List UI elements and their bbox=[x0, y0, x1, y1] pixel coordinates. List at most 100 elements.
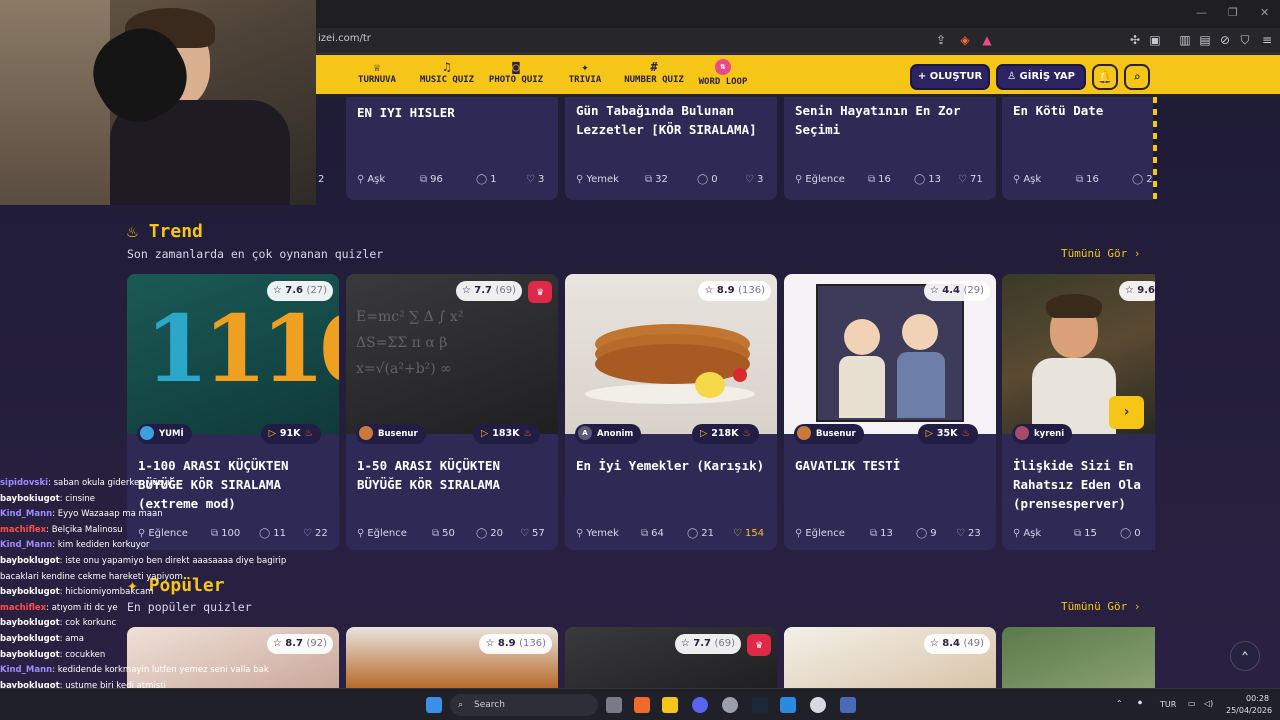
tray-chevron-icon[interactable]: ⌃ bbox=[1116, 699, 1123, 708]
quiz-title: En İyi Yemekler (Karışık) bbox=[576, 458, 765, 473]
quiz-card[interactable]: E=mc² ∑ Δ ∫ x² ΔS=ΣΣ π α β x=√(a²+b²) ∞ ☆ … bbox=[346, 274, 558, 550]
share-icon[interactable]: ⇪ bbox=[934, 33, 948, 47]
author-chip[interactable]: YUMİ bbox=[137, 424, 192, 444]
brave-icon[interactable] bbox=[634, 697, 650, 713]
sidebar-icon[interactable]: ▥ bbox=[1178, 33, 1192, 47]
app-icon[interactable] bbox=[840, 697, 856, 713]
category: ⚲ Eğlence bbox=[357, 528, 407, 539]
crown-icon: ♛ bbox=[528, 281, 552, 303]
carousel-next-button[interactable]: › bbox=[1109, 396, 1144, 429]
nav-item-turnuva[interactable]: ♕ TURNUVA bbox=[352, 60, 402, 85]
comment-count: ◯ 0 bbox=[1120, 528, 1141, 539]
url-bar[interactable]: izei.com/tr bbox=[318, 33, 371, 44]
bell-icon[interactable]: 🔔 bbox=[1092, 64, 1118, 90]
chat-message: Kind_Mann: kedidende korkmayin lutfen ye… bbox=[0, 663, 300, 679]
star-icon: ☆ bbox=[461, 285, 471, 296]
quiz-card[interactable]: ☆ 8.9 (136) A Anonim ▷ 218K ♨ En İyi Yemekl… bbox=[565, 274, 777, 550]
nav-item-photo-quiz[interactable]: ◙ PHOTO QUIZ bbox=[485, 60, 547, 85]
chat-text: : kim kediden korkuyor bbox=[52, 540, 150, 551]
quiz-card[interactable]: EN IYI HISLER ⚲ Aşk ⧉ 96 ◯ 1 ♡ 3 bbox=[346, 97, 558, 200]
shield-icon[interactable]: ⛉ bbox=[1238, 33, 1252, 47]
question-count: ⧉ 13 bbox=[870, 528, 893, 539]
obs-icon[interactable] bbox=[810, 697, 826, 713]
comment-count: ◯ 9 bbox=[916, 528, 937, 539]
like-count: ♡ 71 bbox=[958, 174, 983, 185]
play-icon: ▷ bbox=[268, 428, 276, 439]
task-view-icon[interactable] bbox=[606, 697, 622, 713]
login-button[interactable]: ♙ GİRİŞ YAP bbox=[996, 64, 1086, 90]
chat-username[interactable]: bayboklugot bbox=[0, 650, 60, 660]
chat-username[interactable]: bayboklugot bbox=[0, 634, 60, 644]
start-icon[interactable] bbox=[426, 697, 442, 713]
nav-item-word-loop[interactable]: ⇅ WORD LOOP bbox=[694, 59, 752, 87]
chat-text: : ama bbox=[59, 633, 84, 644]
menu-icon[interactable]: ≡ bbox=[1260, 33, 1274, 47]
restore-button[interactable]: ❐ bbox=[1228, 6, 1238, 19]
author-chip[interactable]: A Anonim bbox=[575, 424, 642, 444]
quiz-card[interactable]: ☆ 4.4 (29) Busenur ▷ 35K ♨ GAVATLIK TESTİ … bbox=[784, 274, 996, 550]
steam-icon[interactable] bbox=[752, 697, 768, 713]
chat-username[interactable]: bayboklugot bbox=[0, 556, 60, 566]
chat-message: Kind_Mann: Eyyo Wazaaap ma maan bbox=[0, 507, 300, 523]
chat-username[interactable]: bayboklugot bbox=[0, 587, 60, 597]
category: ⚲ Aşk bbox=[1013, 174, 1042, 185]
lightbulb-icon: ✦ bbox=[581, 60, 589, 74]
settings-icon[interactable] bbox=[722, 697, 738, 713]
wallet-icon[interactable]: ▤ bbox=[1198, 33, 1212, 47]
rewards-icon[interactable]: ▲ bbox=[980, 33, 994, 47]
app-icon[interactable] bbox=[780, 697, 796, 713]
clock-time[interactable]: 00:28 bbox=[1246, 694, 1269, 703]
create-button[interactable]: + OLUŞTUR bbox=[910, 64, 990, 90]
chat-username[interactable]: sipidovski bbox=[0, 478, 48, 488]
fire-icon: ♨ bbox=[127, 221, 149, 242]
chat-text: : Belçika Malinosu bbox=[46, 524, 123, 535]
like-count: ♡ 3 bbox=[526, 174, 545, 185]
clock-date[interactable]: 25/04/2026 bbox=[1226, 706, 1272, 715]
folder-icon[interactable] bbox=[662, 697, 678, 713]
search-icon[interactable]: ⌕ bbox=[1124, 64, 1150, 90]
chat-username[interactable]: Kind_Mann bbox=[0, 509, 52, 519]
quiz-card[interactable]: ☆ 7.7 (69) ♛ bbox=[565, 627, 777, 688]
user-icon: ♙ bbox=[1007, 71, 1020, 82]
language-indicator[interactable]: TUR bbox=[1160, 700, 1176, 709]
volume-icon[interactable]: ◁) bbox=[1204, 699, 1213, 708]
chat-username[interactable]: bayboklugot bbox=[0, 618, 60, 628]
vpn-icon[interactable]: ⊘ bbox=[1218, 33, 1232, 47]
quiz-card[interactable]: Senin Hayatının En Zor Seçimi ⚲ Eğlence ⧉… bbox=[784, 97, 996, 200]
nav-item-music-quiz[interactable]: ♫ MUSIC QUIZ bbox=[416, 60, 478, 85]
see-all-link[interactable]: Tümünü Gör › bbox=[1061, 600, 1140, 613]
scroll-to-top-button[interactable]: ⌃ bbox=[1230, 641, 1260, 671]
see-all-link[interactable]: Tümünü Gör › bbox=[1061, 247, 1140, 260]
chat-username[interactable]: machiflex bbox=[0, 525, 46, 535]
rating-badge: ☆ 7.7 (69) bbox=[674, 634, 741, 654]
quiz-card[interactable]: ☆ 8.9 (136) bbox=[346, 627, 558, 688]
author-chip[interactable]: kyreni bbox=[1012, 424, 1073, 444]
author-chip[interactable]: Busenur bbox=[356, 424, 426, 444]
quiz-card[interactable]: Gün Tabağında Bulunan Lezzetler [KÖR SIR… bbox=[565, 97, 777, 200]
quiz-card[interactable]: ☆ 8.4 (49) bbox=[784, 627, 996, 688]
question-count: ⧉ 16 bbox=[868, 174, 891, 185]
chat-username[interactable]: machiflex bbox=[0, 603, 46, 613]
quiz-card[interactable] bbox=[1002, 627, 1155, 688]
chat-username[interactable]: Kind_Mann bbox=[0, 665, 52, 675]
star-icon: ☆ bbox=[929, 638, 939, 649]
extensions-icon[interactable]: ✣ bbox=[1128, 33, 1142, 47]
screen: — ❐ ✕ izei.com/tr ⇪ ◈ ▲ ✣ ▣ ▥ ▤ ⊘ ⛉ ≡ ♕ T… bbox=[0, 0, 1280, 720]
nav-item-trivia[interactable]: ✦ TRIVIA bbox=[560, 60, 610, 85]
category: ⚲ Aşk bbox=[357, 174, 386, 185]
taskbar-search[interactable]: ⌕ Search bbox=[450, 694, 598, 716]
author-chip[interactable]: Busenur bbox=[794, 424, 864, 444]
close-button[interactable]: ✕ bbox=[1260, 6, 1269, 19]
network-icon[interactable]: ▭ bbox=[1188, 699, 1196, 708]
discord-icon[interactable] bbox=[692, 697, 708, 713]
nav-item-number-quiz[interactable]: # NUMBER QUIZ bbox=[620, 60, 688, 85]
quiz-card[interactable]: En Kötü Date ⚲ Aşk ⧉ 16 ◯ 2 bbox=[1002, 97, 1155, 200]
chat-message: machiflex: atıyom iti dc ye bbox=[0, 601, 300, 617]
chat-username[interactable]: Kind_Mann bbox=[0, 540, 52, 550]
tab-icon[interactable]: ▣ bbox=[1148, 33, 1162, 47]
chat-username[interactable]: baybokiugot bbox=[0, 494, 60, 504]
mic-icon[interactable]: ⏺ bbox=[1138, 698, 1142, 708]
brave-shield-icon[interactable]: ◈ bbox=[958, 33, 972, 47]
minimize-button[interactable]: — bbox=[1196, 6, 1207, 19]
rating-badge: ☆ 4.4 (29) bbox=[923, 281, 990, 301]
